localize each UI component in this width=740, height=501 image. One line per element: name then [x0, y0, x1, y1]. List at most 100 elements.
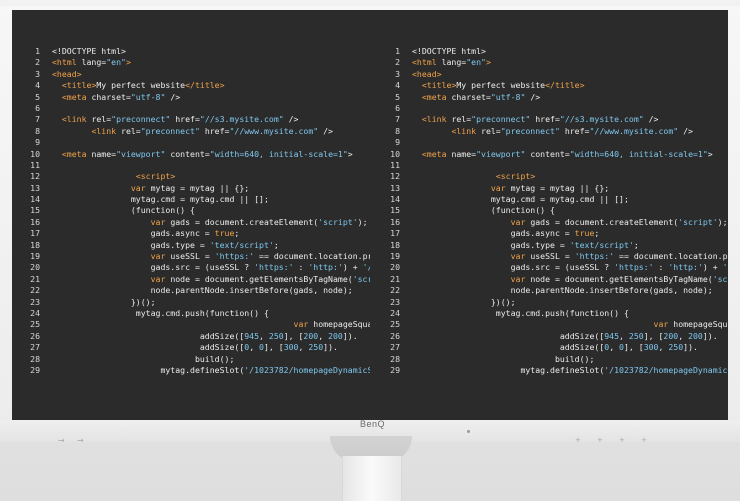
bezel-control-button[interactable]: + — [641, 436, 647, 444]
bezel-control-button[interactable]: → — [77, 436, 84, 445]
code-token: var — [293, 319, 314, 330]
line-number: 12 — [390, 171, 400, 182]
code-token: ) + — [702, 262, 723, 273]
line-number: 20 — [30, 262, 40, 273]
code-token: 'http:' — [308, 262, 343, 273]
code-token: > — [125, 57, 131, 68]
code-line: 25 var homepageSquarySizeMapping = — [386, 319, 728, 330]
screen: 1 <!DOCTYPE html> 2 <html lang= "en" >3 <head>… — [12, 10, 728, 420]
bezel-control-button[interactable]: + — [575, 436, 581, 444]
code-token: , — [678, 330, 689, 341]
line-number: 6 — [35, 102, 40, 113]
line-number: 27 — [30, 342, 40, 353]
code-token: '//www.mytagservices.c — [722, 262, 728, 273]
line-number: 14 — [390, 194, 400, 205]
code-token: addSize([ — [412, 342, 605, 353]
code-token: 250 — [268, 330, 284, 341]
code-token: "utf-8" — [490, 91, 526, 102]
code-token: true — [214, 228, 235, 239]
bezel-control-button[interactable]: → — [58, 436, 65, 445]
code-token: "preconnect" — [111, 114, 171, 125]
line-number: 27 — [390, 342, 400, 353]
code-token: ], [ — [643, 330, 664, 341]
line-number: 13 — [30, 182, 40, 193]
code-token: href= — [199, 125, 230, 136]
code-token: 250 — [628, 330, 644, 341]
code-line: 14 mytag.cmd = mytag.cmd || []; — [386, 194, 728, 205]
code-token: : — [293, 262, 309, 273]
code-token: 'text/script' — [209, 239, 274, 250]
code-token: (function() { — [52, 205, 195, 216]
code-token: "//www.mysite.com" — [229, 125, 319, 136]
code-token: var — [653, 319, 674, 330]
line-number: 28 — [30, 353, 40, 364]
line-number: 23 — [30, 296, 40, 307]
code-token: <title> — [421, 80, 457, 91]
code-token: , — [259, 330, 269, 341]
code-token: == document.location.protocol; — [259, 251, 370, 262]
code-token: <script> — [495, 171, 536, 182]
line-number: 25 — [390, 319, 400, 330]
code-token: 945 — [244, 330, 260, 341]
line-number: 6 — [395, 102, 400, 113]
code-token: 'script' — [318, 216, 358, 227]
code-token: addSize([ — [412, 330, 605, 341]
code-token: build(); — [412, 353, 595, 364]
code-token: 250 — [308, 342, 324, 353]
line-number: 22 — [30, 285, 40, 296]
bezel-control-button[interactable]: + — [619, 436, 625, 444]
code-token: build(); — [52, 353, 235, 364]
code-token: , — [318, 330, 329, 341]
code-token: 250 — [668, 342, 684, 353]
code-line: 8 <link rel= "preconnect" href= "//www.mys… — [26, 126, 370, 137]
code-token: gads = document.createElement( — [530, 216, 679, 227]
code-token: My perfect website — [96, 80, 186, 91]
line-number: 11 — [390, 159, 400, 170]
code-token: rel= — [121, 125, 141, 136]
code-line: 3 <head> — [26, 69, 370, 80]
monitor: 1 <!DOCTYPE html> 2 <html lang= "en" >3 <head>… — [0, 6, 740, 442]
code-token: lang= — [441, 57, 467, 68]
code-line: 28 build(); — [26, 354, 370, 365]
line-number: 19 — [390, 251, 400, 262]
code-token: ; — [633, 239, 639, 250]
code-token: var — [130, 182, 151, 193]
code-pane-right[interactable]: 1 <!DOCTYPE html> 2 <html lang= "en" >3 <head>… — [372, 10, 728, 420]
code-line: 6 — [386, 103, 728, 114]
code-token: href= — [170, 114, 200, 125]
code-line: 26 addSize([945, 250], [200, 200]). — [26, 331, 370, 342]
line-number: 4 — [395, 80, 400, 91]
code-token: rel= — [481, 125, 501, 136]
code-token: var — [150, 273, 171, 284]
bezel-control-button[interactable]: + — [597, 436, 603, 444]
code-line: 6 — [26, 103, 370, 114]
line-number: 26 — [30, 330, 40, 341]
code-line: 5 <meta charset= "utf-8" /> — [26, 92, 370, 103]
code-token: mytag.cmd = mytag.cmd || []; — [52, 194, 269, 205]
code-token: gads.async = — [412, 228, 575, 239]
code-token: ; — [234, 228, 240, 239]
code-token: charset= — [451, 91, 491, 102]
line-number: 26 — [390, 330, 400, 341]
code-line: 1 <!DOCTYPE html> — [26, 46, 370, 57]
line-number: 24 — [390, 307, 400, 318]
code-line: 12 <script> — [26, 171, 370, 182]
code-pane-left[interactable]: 1 <!DOCTYPE html> 2 <html lang= "en" >3 <head>… — [12, 10, 370, 420]
code-line: 29 mytag.defineSlot('/1023782/homepageDy… — [26, 365, 370, 376]
code-token: rel= — [451, 114, 472, 125]
line-number: 3 — [395, 68, 400, 79]
code-token: ]). — [323, 342, 338, 353]
line-number: 14 — [30, 194, 40, 205]
code-line: 21 var node = document.getElementsByTagN… — [386, 274, 728, 285]
code-token: addSize([ — [52, 330, 245, 341]
code-token: == document.location.protocol; — [619, 251, 728, 262]
code-token: rel= — [91, 114, 112, 125]
code-line: 23 })(); — [26, 297, 370, 308]
line-number: 2 — [395, 57, 400, 68]
code-token: name= — [451, 148, 477, 159]
code-token: <meta — [61, 148, 92, 159]
